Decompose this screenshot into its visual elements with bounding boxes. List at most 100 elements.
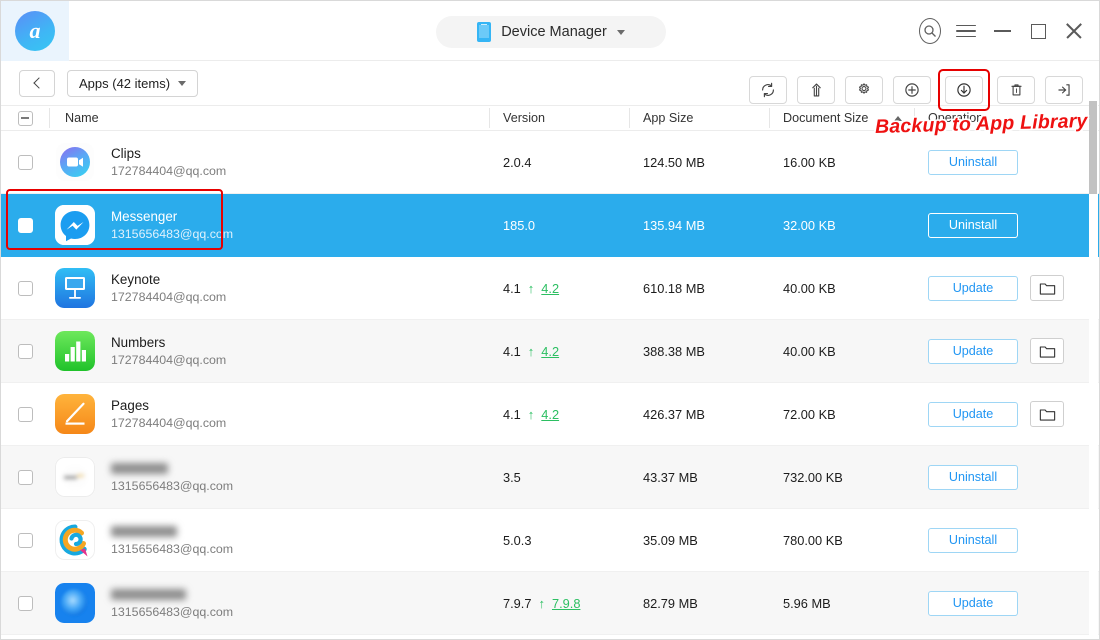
app-list: Clips 172784404@qq.com 2.0.4 124.50 MB 1… (1, 131, 1099, 635)
open-folder-button[interactable] (1030, 338, 1064, 364)
column-header-operation[interactable]: Operation (914, 105, 1099, 131)
select-all-checkbox[interactable] (17, 110, 33, 126)
row-checkbox[interactable] (17, 595, 33, 611)
table-row[interactable]: Numbers 172784404@qq.com 4.1 ↑ 4.2 388.3… (1, 320, 1099, 383)
uninstall-button[interactable]: Uninstall (928, 464, 1018, 490)
version-cell: 4.1 ↑ 4.2 (489, 281, 629, 296)
back-button[interactable] (19, 69, 55, 97)
document-size-cell: 5.96 MB (783, 595, 831, 611)
row-checkbox-cell[interactable] (1, 406, 49, 422)
chevron-left-icon (32, 77, 45, 89)
minimize-icon[interactable] (991, 20, 1013, 42)
chevron-down-icon (178, 80, 187, 86)
table-row[interactable]: 1315656483@qq.com 7.9.7 ↑ 7.9.8 82.79 MB… (1, 572, 1099, 635)
app-version: 4.1 (503, 343, 521, 359)
select-all-cell[interactable] (1, 105, 49, 131)
app-name: Messenger (111, 209, 178, 224)
close-icon[interactable] (1063, 20, 1085, 42)
app-name-cell: Numbers 172784404@qq.com (49, 331, 489, 371)
uninstall-button[interactable]: Uninstall (928, 527, 1018, 553)
operation-cell: Uninstall (914, 212, 1099, 238)
row-checkbox[interactable] (17, 217, 33, 233)
app-account: 1315656483@qq.com (111, 605, 234, 619)
sort-ascending-icon (894, 115, 902, 121)
device-manager-label: Device Manager (501, 24, 607, 40)
backup-to-app-library-button[interactable] (945, 76, 983, 104)
column-header-app-size[interactable]: App Size (629, 105, 769, 131)
menu-icon[interactable] (955, 20, 977, 42)
row-checkbox[interactable] (17, 532, 33, 548)
app-name: Clips (111, 146, 141, 161)
device-manager-selector[interactable]: Device Manager (436, 16, 666, 48)
column-header-name[interactable]: Name (49, 105, 489, 131)
table-row[interactable]: Clips 172784404@qq.com 2.0.4 124.50 MB 1… (1, 131, 1099, 194)
row-checkbox-cell[interactable] (1, 280, 49, 296)
app-size-cell: 426.37 MB (643, 406, 705, 422)
table-row[interactable]: 1315656483@qq.com 3.5 43.37 MB 732.00 KB… (1, 446, 1099, 509)
app-name-cell: Pages 172784404@qq.com (49, 394, 489, 434)
operation-cell: Uninstall (914, 149, 1099, 175)
maximize-icon[interactable] (1027, 20, 1049, 42)
search-icon[interactable] (919, 18, 941, 44)
update-button[interactable]: Update (928, 338, 1018, 364)
export-button[interactable] (1045, 76, 1083, 104)
app-window: a Device Manager Apps (42 items) Backup … (0, 0, 1100, 640)
app-version: 3.5 (503, 469, 521, 485)
app-new-version[interactable]: 7.9.8 (552, 596, 580, 611)
delete-button[interactable] (997, 76, 1035, 104)
open-folder-button[interactable] (1030, 275, 1064, 301)
app-icon (55, 268, 95, 308)
row-checkbox[interactable] (17, 343, 33, 359)
row-checkbox[interactable] (17, 154, 33, 170)
open-folder-button[interactable] (1030, 401, 1064, 427)
row-checkbox-cell[interactable] (1, 154, 49, 170)
update-button[interactable]: Update (928, 401, 1018, 427)
app-name: Keynote (111, 272, 161, 287)
blue-glow-app-icon (55, 583, 95, 623)
clips-icon (56, 143, 94, 181)
uninstall-button[interactable]: Uninstall (928, 212, 1018, 238)
app-icon (55, 583, 95, 623)
operation-cell: Update (914, 590, 1099, 616)
refresh-button[interactable] (749, 76, 787, 104)
app-size-cell: 82.79 MB (643, 595, 698, 611)
title-bar: a Device Manager (1, 1, 1099, 61)
app-size-cell: 135.94 MB (643, 217, 705, 233)
table-row[interactable]: Messenger 1315656483@qq.com 185.0 135.94… (1, 194, 1099, 257)
scrollbar-thumb[interactable] (1089, 101, 1097, 194)
row-checkbox[interactable] (17, 280, 33, 296)
app-version: 4.1 (503, 406, 521, 422)
table-row[interactable]: 1315656483@qq.com 5.0.3 35.09 MB 780.00 … (1, 509, 1099, 572)
document-size-cell: 40.00 KB (783, 280, 836, 296)
install-button[interactable] (797, 76, 835, 104)
row-checkbox[interactable] (17, 406, 33, 422)
app-size-cell: 35.09 MB (643, 532, 698, 548)
phone-icon (477, 22, 492, 42)
update-button[interactable]: Update (928, 590, 1018, 616)
column-header-version[interactable]: Version (489, 105, 629, 131)
add-button[interactable] (893, 76, 931, 104)
app-new-version[interactable]: 4.2 (541, 407, 559, 422)
table-row[interactable]: Keynote 172784404@qq.com 4.1 ↑ 4.2 610.1… (1, 257, 1099, 320)
row-checkbox[interactable] (17, 469, 33, 485)
app-icon (55, 205, 95, 245)
row-checkbox-cell[interactable] (1, 343, 49, 359)
document-size-cell: 780.00 KB (783, 532, 843, 548)
app-size-cell: 610.18 MB (643, 280, 705, 296)
column-header-document-size[interactable]: Document Size (769, 105, 914, 131)
row-checkbox-cell[interactable] (1, 595, 49, 611)
row-checkbox-cell[interactable] (1, 217, 49, 233)
update-button[interactable]: Update (928, 275, 1018, 301)
app-new-version[interactable]: 4.2 (541, 281, 559, 296)
settings-button[interactable] (845, 76, 883, 104)
app-size-cell: 388.38 MB (643, 343, 705, 359)
table-row[interactable]: Pages 172784404@qq.com 4.1 ↑ 4.2 426.37 … (1, 383, 1099, 446)
upgrade-arrow-icon: ↑ (527, 343, 535, 359)
app-new-version[interactable]: 4.2 (541, 344, 559, 359)
app-icon (55, 394, 95, 434)
app-icon (55, 142, 95, 182)
row-checkbox-cell[interactable] (1, 469, 49, 485)
row-checkbox-cell[interactable] (1, 532, 49, 548)
apps-dropdown[interactable]: Apps (42 items) (67, 69, 199, 97)
uninstall-button[interactable]: Uninstall (928, 149, 1018, 175)
